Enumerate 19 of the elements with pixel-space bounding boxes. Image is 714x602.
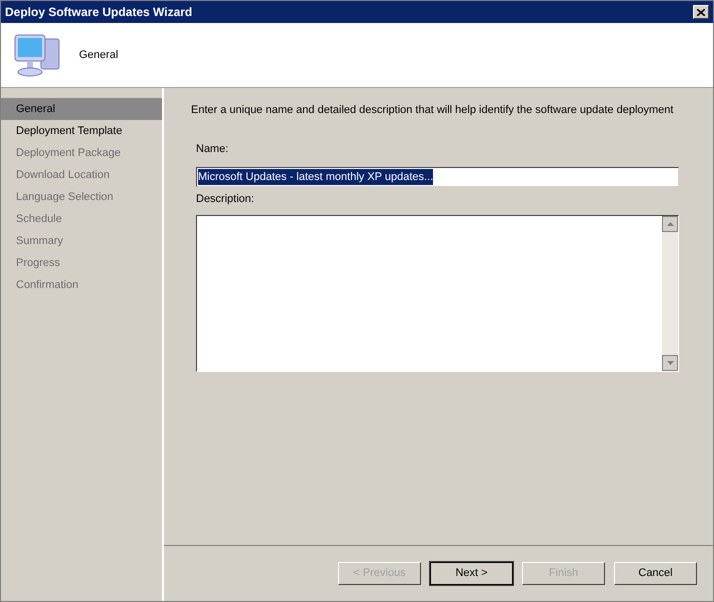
header-title: General (79, 48, 118, 63)
scroll-up-button[interactable] (662, 216, 678, 232)
close-icon (697, 8, 705, 16)
down-arrow-icon (666, 360, 674, 364)
description-label: Description: (196, 192, 256, 207)
close-button[interactable] (693, 5, 709, 19)
up-arrow-icon (666, 222, 674, 226)
sidebar-item[interactable]: Deployment Template (1, 120, 162, 142)
name-field[interactable]: Microsoft Updates - latest monthly XP updates... (196, 167, 679, 187)
window-title: Deploy Software Updates Wizard (5, 4, 192, 21)
scroll-down-button[interactable] (662, 354, 678, 370)
scrollbar[interactable] (662, 216, 678, 370)
name-value: Microsoft Updates - latest monthly XP updates... (198, 168, 434, 186)
wizard-button[interactable]: Cancel (614, 562, 697, 585)
name-label: Name: (196, 142, 230, 156)
sidebar-item[interactable]: General (1, 98, 162, 120)
description-field[interactable] (196, 214, 679, 372)
wizard-button[interactable]: Next > (430, 562, 513, 585)
instruction-text: Enter a unique name and detailed description that will help identify the software update deployment (191, 103, 674, 118)
